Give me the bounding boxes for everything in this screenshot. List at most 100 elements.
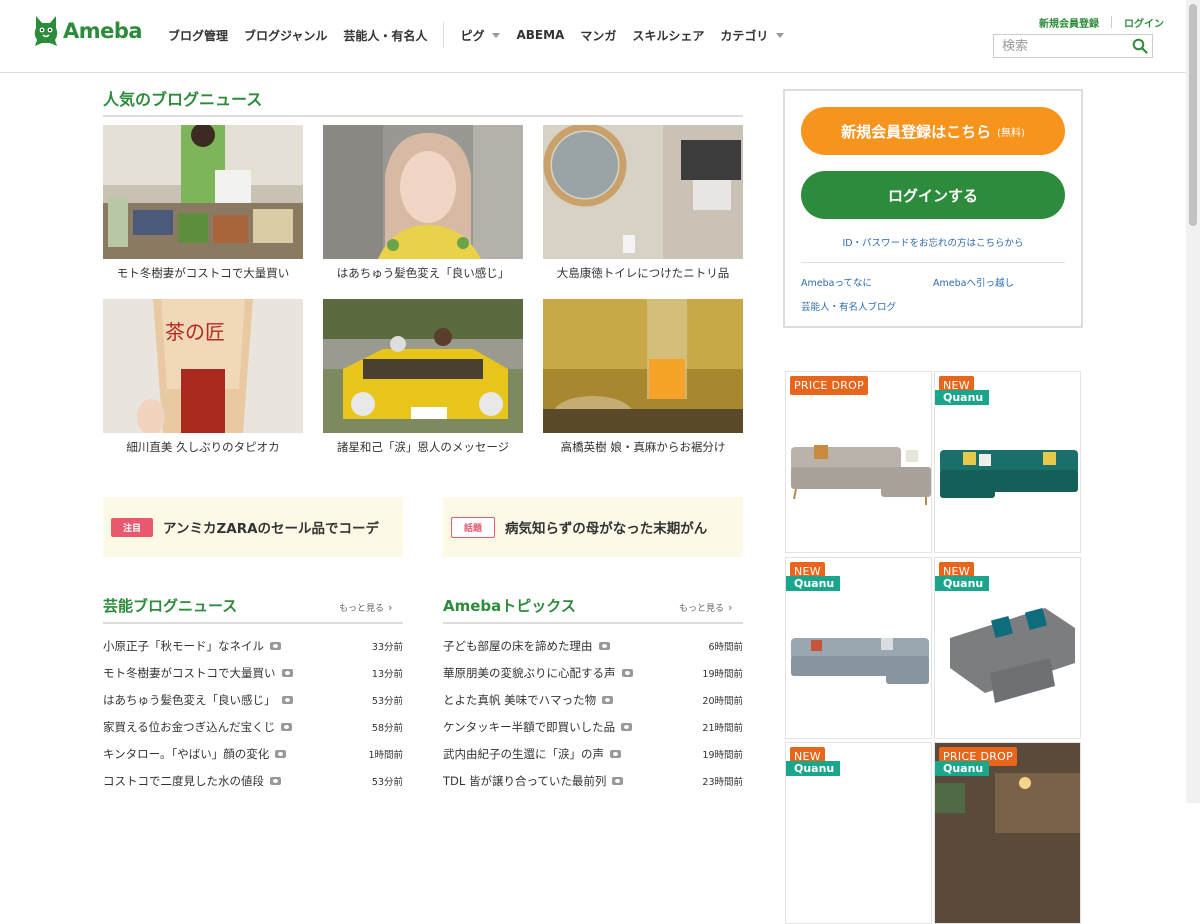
list-item[interactable]: 華原朋美の変貌ぶりに心配する声 19時間前 <box>443 659 743 686</box>
promo-badge: 話題 <box>451 516 496 538</box>
item-title: 家買える位お金つぎ込んだ宝くじ <box>103 719 276 734</box>
item-title: モト冬樹妻がコストコで大量買い <box>103 665 276 680</box>
nav-divider <box>443 22 445 48</box>
login-button[interactable]: ログインする <box>801 171 1065 219</box>
nav-blog-manage[interactable]: ブログ管理 <box>160 22 236 48</box>
list-item[interactable]: とよた真帆 美味でハマった物 20時間前 <box>443 686 743 713</box>
ad-card[interactable]: NEW Quanu <box>934 371 1081 553</box>
promo-text: アンミカZARAのセール品でコーデ <box>163 521 380 537</box>
move-to-ameba-link[interactable]: Amebaへ引っ越し <box>933 275 1014 289</box>
item-title: はあちゅう髪色変え「良い感じ」 <box>103 692 276 707</box>
camera-icon <box>275 749 287 758</box>
ad-card[interactable]: NEW Quanu <box>934 557 1081 739</box>
login-link-label: ログイン <box>1124 19 1164 30</box>
login-link[interactable]: ログイン <box>1124 12 1164 31</box>
portrait-photo <box>323 125 523 259</box>
news-card[interactable]: 高橋英樹 娘・真麻からお裾分け <box>543 299 743 455</box>
ad-card[interactable]: NEW Quanu <box>785 742 932 924</box>
geino-news-title: 芸能ブログニュース <box>103 597 238 615</box>
list-item[interactable]: 子ども部屋の床を諦めた理由 6時間前 <box>443 632 743 659</box>
divider <box>1111 15 1112 28</box>
news-card[interactable]: モト冬樹妻がコストコで大量買い <box>103 125 303 281</box>
news-card[interactable]: はあちゅう髪色変え「良い感じ」 <box>323 125 523 281</box>
camera-icon <box>281 722 293 731</box>
camera-icon <box>598 641 610 650</box>
item-title: ケンタッキー半額で即買いした品 <box>443 719 616 734</box>
register-button-label: 新規会員登録はこちら <box>841 122 992 141</box>
ad-card[interactable]: PRICE DROP <box>785 371 932 553</box>
register-link-label: 新規会員登録 <box>1039 19 1099 30</box>
item-time: 6時間前 <box>708 641 743 653</box>
nav-blog-genre[interactable]: ブログジャンル <box>236 22 335 48</box>
page-scrollbar[interactable] <box>1186 0 1200 803</box>
item-title: コストコで二度見した水の値段 <box>103 773 264 788</box>
item-title: 武内由紀子の生還に「涙」の声 <box>443 746 604 761</box>
ad-area: i ✕ PRICE DROP NEW Quanu <box>785 371 1081 924</box>
chevron-right-icon: › <box>388 601 393 614</box>
item-title: 華原朋美の変貌ぶりに心配する声 <box>443 665 616 680</box>
camera-icon <box>610 749 621 758</box>
list-item[interactable]: 小原正子「秋モード」なネイル 33分前 <box>103 632 403 659</box>
list-item[interactable]: モト冬樹妻がコストコで大量買い 13分前 <box>103 659 403 686</box>
list-item[interactable]: キンタロー。「やばい」顔の変化 1時間前 <box>103 740 403 767</box>
nav-label: マンガ <box>580 28 617 43</box>
section-rule <box>443 622 743 624</box>
news-card[interactable]: 諸星和己「涙」恩人のメッセージ <box>323 299 523 455</box>
about-ameba-link[interactable]: Amebaってなに <box>801 275 872 289</box>
global-nav: ブログ管理 ブログジャンル 芸能人・有名人 ピグ ABEMA マンガ スキルシェ… <box>160 22 792 48</box>
geino-more-link[interactable]: もっと見る › <box>339 601 392 614</box>
topics-more-link[interactable]: もっと見る › <box>679 601 732 614</box>
more-label: もっと見る <box>679 604 725 614</box>
camera-icon <box>612 776 624 785</box>
list-item[interactable]: TDL 皆が譲り合っていた最前列 23時間前 <box>443 767 743 794</box>
nav-label: ABEMA <box>516 28 565 42</box>
search-input[interactable] <box>994 38 1130 54</box>
nav-category[interactable]: カテゴリ <box>712 22 792 48</box>
search-icon[interactable] <box>1132 38 1148 54</box>
ameba-mascot-icon <box>34 16 58 46</box>
list-item[interactable]: ケンタッキー半額で即買いした品 21時間前 <box>443 713 743 740</box>
svg-text:茶の匠: 茶の匠 <box>165 320 225 344</box>
camera-icon <box>602 695 614 704</box>
featured-promo[interactable]: 注目 アンミカZARAのセール品でコーデ <box>103 497 403 557</box>
register-link[interactable]: 新規会員登録 <box>1039 12 1099 31</box>
news-card[interactable]: 茶の匠 細川直美 久しぶりのタピオカ <box>103 299 303 455</box>
sofa-image <box>791 445 931 505</box>
forgot-password-link[interactable]: ID・パスワードをお忘れの方はこちらから <box>785 235 1081 249</box>
nav-manga[interactable]: マンガ <box>572 22 624 48</box>
news-card[interactable]: 大島康徳トイレにつけたニトリ品 <box>543 125 743 281</box>
nav-celebrities[interactable]: 芸能人・有名人 <box>335 22 435 48</box>
chevron-down-icon <box>492 32 501 38</box>
camera-icon <box>281 668 293 677</box>
site-header: Ameba ブログ管理 ブログジャンル 芸能人・有名人 ピグ ABEMA マンガ… <box>0 0 1186 73</box>
login-panel: 新規会員登録はこちら (無料) ログインする ID・パスワードをお忘れの方はこちら… <box>783 89 1083 328</box>
camera-icon <box>621 668 633 677</box>
news-caption: 高橋英樹 娘・真麻からお裾分け <box>560 440 726 454</box>
camera-icon <box>281 695 293 704</box>
list-item[interactable]: 家買える位お金つぎ込んだ宝くじ 58分前 <box>103 713 403 740</box>
nav-pigg[interactable]: ピグ <box>452 22 508 48</box>
celebrity-blogs-link[interactable]: 芸能人・有名人ブログ <box>801 299 896 313</box>
item-title: TDL 皆が譲り合っていた最前列 <box>443 773 607 788</box>
item-title: 子ども部屋の床を諦めた理由 <box>443 638 593 653</box>
nav-label: カテゴリ <box>720 28 769 43</box>
ad-card[interactable]: PRICE DROP Quanu <box>934 742 1081 924</box>
ad-tag: PRICE DROP <box>790 376 869 395</box>
ad-card[interactable]: NEW Quanu <box>785 557 932 739</box>
popular-news-title: 人気のブログニュース <box>103 90 263 109</box>
news-caption: 大島康徳トイレにつけたニトリ品 <box>556 266 730 280</box>
list-item[interactable]: はあちゅう髪色変え「良い感じ」 53分前 <box>103 686 403 713</box>
scroll-thumb[interactable] <box>1189 4 1197 226</box>
list-item[interactable]: 武内由紀子の生還に「涙」の声 19時間前 <box>443 740 743 767</box>
camera-icon <box>621 722 633 731</box>
trending-promo[interactable]: 話題 病気知らずの母がなった末期がん <box>443 497 743 557</box>
ameba-logo[interactable]: Ameba <box>33 14 143 48</box>
nav-abema[interactable]: ABEMA <box>508 22 572 48</box>
nav-skillshare[interactable]: スキルシェア <box>624 22 712 48</box>
search-box <box>993 34 1153 58</box>
camera-icon <box>270 641 281 650</box>
item-time: 53分前 <box>371 776 403 788</box>
register-button[interactable]: 新規会員登録はこちら (無料) <box>801 107 1065 155</box>
more-label: もっと見る <box>339 604 385 614</box>
list-item[interactable]: コストコで二度見した水の値段 53分前 <box>103 767 403 794</box>
